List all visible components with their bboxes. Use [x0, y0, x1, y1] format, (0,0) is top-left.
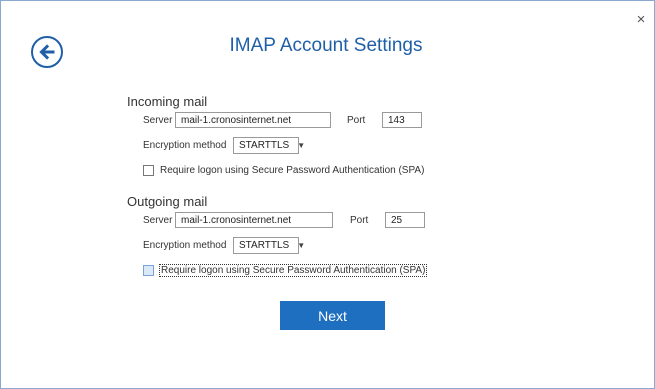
arrow-left-icon — [39, 44, 55, 60]
incoming-encryption-value: STARTTLS — [239, 140, 290, 151]
incoming-encryption-label: Encryption method — [143, 140, 227, 151]
incoming-spa-label: Require logon using Secure Password Auth… — [160, 165, 425, 176]
close-icon[interactable]: × — [634, 12, 648, 27]
outgoing-server-input[interactable] — [175, 212, 333, 228]
outgoing-encryption-select[interactable]: STARTTLS ▼ — [233, 237, 305, 254]
outgoing-spa-label: Require logon using Secure Password Auth… — [158, 264, 428, 277]
outgoing-mail-heading: Outgoing mail — [127, 194, 208, 209]
next-button[interactable]: Next — [280, 301, 385, 330]
checkbox-box[interactable] — [143, 265, 154, 276]
incoming-spa-checkbox[interactable]: Require logon using Secure Password Auth… — [143, 165, 424, 176]
incoming-server-input[interactable] — [175, 112, 331, 128]
chevron-down-icon: ▼ — [297, 141, 306, 150]
incoming-encryption-select[interactable]: STARTTLS ▼ — [233, 137, 305, 154]
incoming-mail-heading: Incoming mail — [127, 94, 208, 109]
imap-settings-dialog: × IMAP Account Settings Incoming mail Se… — [0, 0, 655, 389]
outgoing-spa-checkbox[interactable]: Require logon using Secure Password Auth… — [143, 264, 428, 277]
incoming-port-label: Port — [347, 115, 366, 126]
checkbox-box[interactable] — [143, 165, 154, 176]
outgoing-port-label: Port — [350, 215, 369, 226]
back-button[interactable] — [31, 36, 63, 68]
outgoing-encryption-label: Encryption method — [143, 240, 227, 251]
page-title: IMAP Account Settings — [229, 35, 423, 56]
chevron-down-icon: ▼ — [297, 241, 306, 250]
outgoing-server-label: Server — [143, 215, 173, 226]
outgoing-encryption-value: STARTTLS — [239, 240, 290, 251]
outgoing-port-input[interactable] — [385, 212, 425, 228]
incoming-server-label: Server — [143, 115, 173, 126]
incoming-port-input[interactable] — [382, 112, 422, 128]
